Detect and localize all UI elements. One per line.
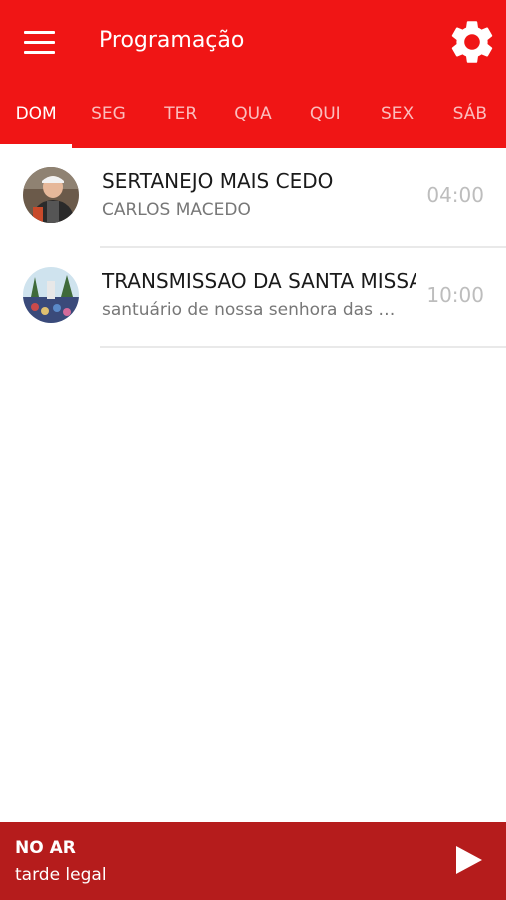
program-title: SERTANEJO MAIS CEDO: [102, 169, 334, 193]
tab-sex[interactable]: SEX: [361, 88, 433, 148]
now-playing-bar[interactable]: NO AR tarde legal: [0, 822, 506, 900]
day-tabs: DOM SEG TER QUA QUI SEX SÁB: [0, 88, 506, 148]
program-time: 04:00: [426, 183, 484, 207]
on-air-label: NO AR: [15, 838, 76, 858]
hamburger-menu-icon[interactable]: [16, 22, 64, 62]
program-host: santuário de nossa senhora das …: [102, 300, 396, 320]
now-playing-title: tarde legal: [15, 865, 107, 885]
program-time: 10:00: [426, 283, 484, 307]
tab-dom[interactable]: DOM: [0, 88, 73, 148]
divider: [100, 346, 506, 348]
tab-qua[interactable]: QUA: [217, 88, 289, 148]
schedule-list: SERTANEJO MAIS CEDO CARLOS MACEDO 04:00 …: [0, 148, 506, 348]
play-icon[interactable]: [448, 840, 488, 880]
gear-icon[interactable]: [446, 16, 498, 68]
avatar: [23, 267, 79, 323]
tab-seg[interactable]: SEG: [72, 88, 144, 148]
app-bar: Programação DOM SEG TER QUA QUI SEX SÁB: [0, 0, 506, 148]
tab-ter[interactable]: TER: [145, 88, 217, 148]
list-item[interactable]: TRANSMISSAO DA SANTA MISSA santuário de …: [0, 248, 506, 348]
tab-qui[interactable]: QUI: [289, 88, 361, 148]
tab-sab[interactable]: SÁB: [434, 88, 506, 148]
avatar: [23, 167, 79, 223]
program-host: CARLOS MACEDO: [102, 200, 251, 220]
page-title: Programação: [99, 28, 245, 53]
program-title: TRANSMISSAO DA SANTA MISSA: [102, 269, 416, 293]
list-item[interactable]: SERTANEJO MAIS CEDO CARLOS MACEDO 04:00: [0, 148, 506, 248]
